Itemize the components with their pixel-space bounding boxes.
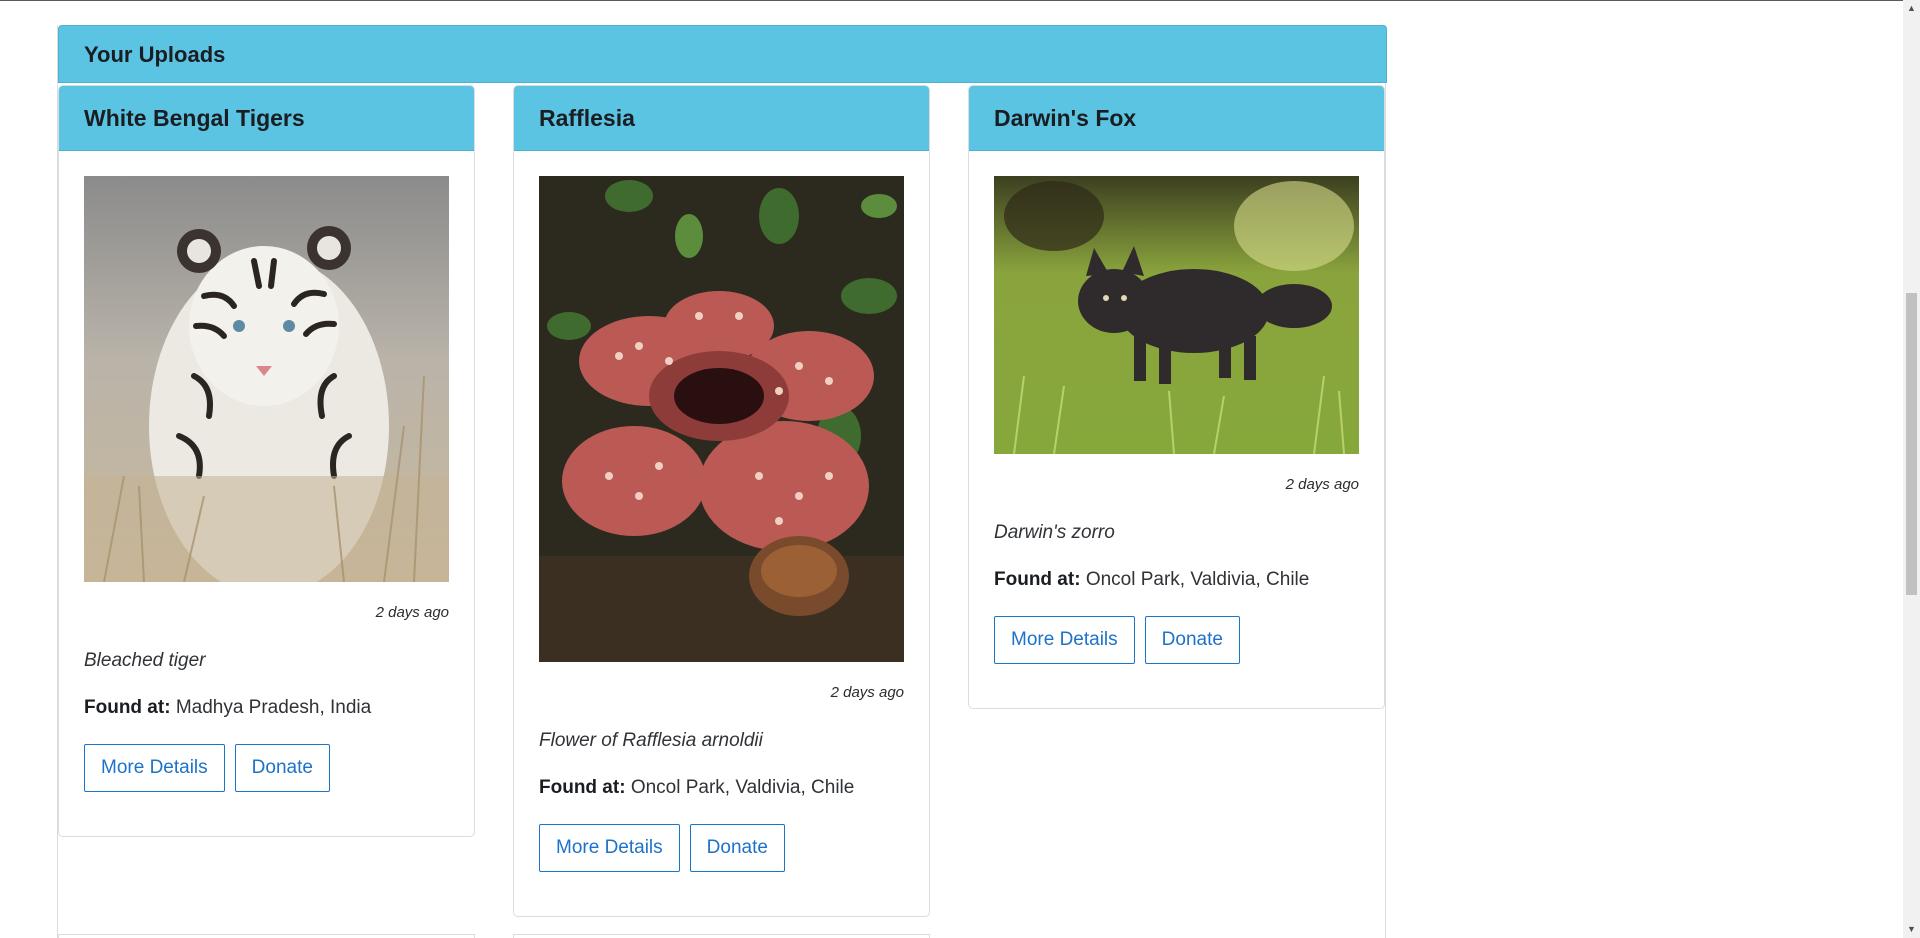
top-divider xyxy=(0,0,1920,1)
common-name: Flower of Rafflesia arnoldii xyxy=(539,730,763,751)
card-header: White Bengal Tigers xyxy=(59,86,474,151)
common-name: Bleached tiger xyxy=(84,650,206,671)
upload-card-darwins-fox: Darwin's Fox 2 days ago Darwin's zorro F… xyxy=(968,85,1385,709)
scroll-down-icon[interactable]: ▼ xyxy=(1903,921,1920,938)
vertical-scrollbar[interactable]: ▲ ▼ xyxy=(1903,0,1920,938)
found-label: Found at: xyxy=(84,697,171,718)
found-location: Found at: Oncol Park, Valdivia, Chile xyxy=(994,569,1359,591)
more-details-button[interactable]: More Details xyxy=(994,616,1135,664)
upload-card-rafflesia: Rafflesia 2 days ago Flower of Rafflesia… xyxy=(513,85,930,917)
rafflesia-photo xyxy=(539,176,904,662)
next-card-edge xyxy=(513,934,930,938)
location-text: Oncol Park, Valdivia, Chile xyxy=(1085,569,1310,590)
found-location: Found at: Oncol Park, Valdivia, Chile xyxy=(539,777,904,799)
scroll-up-icon[interactable]: ▲ xyxy=(1903,0,1920,17)
donate-button[interactable]: Donate xyxy=(1144,616,1240,664)
card-actions: More Details Donate xyxy=(539,824,904,872)
card-body: 2 days ago Bleached tiger Found at: Madh… xyxy=(59,151,474,792)
upload-date: 2 days ago xyxy=(830,684,904,701)
common-name: Darwin's zorro xyxy=(994,522,1115,543)
card-actions: More Details Donate xyxy=(994,616,1359,664)
scroll-thumb[interactable] xyxy=(1906,293,1917,595)
card-header: Darwin's Fox xyxy=(969,86,1384,151)
darwins-fox-photo xyxy=(994,176,1359,454)
section-title: Your Uploads xyxy=(84,42,226,67)
found-location: Found at: Madhya Pradesh, India xyxy=(84,697,449,719)
location-text: Madhya Pradesh, India xyxy=(175,697,372,718)
card-body: 2 days ago Darwin's zorro Found at: Onco… xyxy=(969,151,1384,664)
donate-button[interactable]: Donate xyxy=(689,824,785,872)
more-details-button[interactable]: More Details xyxy=(539,824,680,872)
next-card-edge xyxy=(58,934,475,938)
more-details-button[interactable]: More Details xyxy=(84,744,225,792)
location-text: Oncol Park, Valdivia, Chile xyxy=(630,777,855,798)
card-header: Rafflesia xyxy=(514,86,929,151)
donate-button[interactable]: Donate xyxy=(234,744,330,792)
card-title: White Bengal Tigers xyxy=(84,105,305,131)
card-actions: More Details Donate xyxy=(84,744,449,792)
upload-date: 2 days ago xyxy=(1285,476,1359,493)
card-body: 2 days ago Flower of Rafflesia arnoldii … xyxy=(514,151,929,872)
card-title: Rafflesia xyxy=(539,105,635,131)
found-label: Found at: xyxy=(539,777,626,798)
upload-card-tiger: White Bengal Tigers 2 days ago Bleached … xyxy=(58,85,475,837)
tiger-photo xyxy=(84,176,449,582)
card-title: Darwin's Fox xyxy=(994,105,1137,131)
uploads-header: Your Uploads xyxy=(58,25,1387,83)
found-label: Found at: xyxy=(994,569,1081,590)
upload-date: 2 days ago xyxy=(375,604,449,621)
